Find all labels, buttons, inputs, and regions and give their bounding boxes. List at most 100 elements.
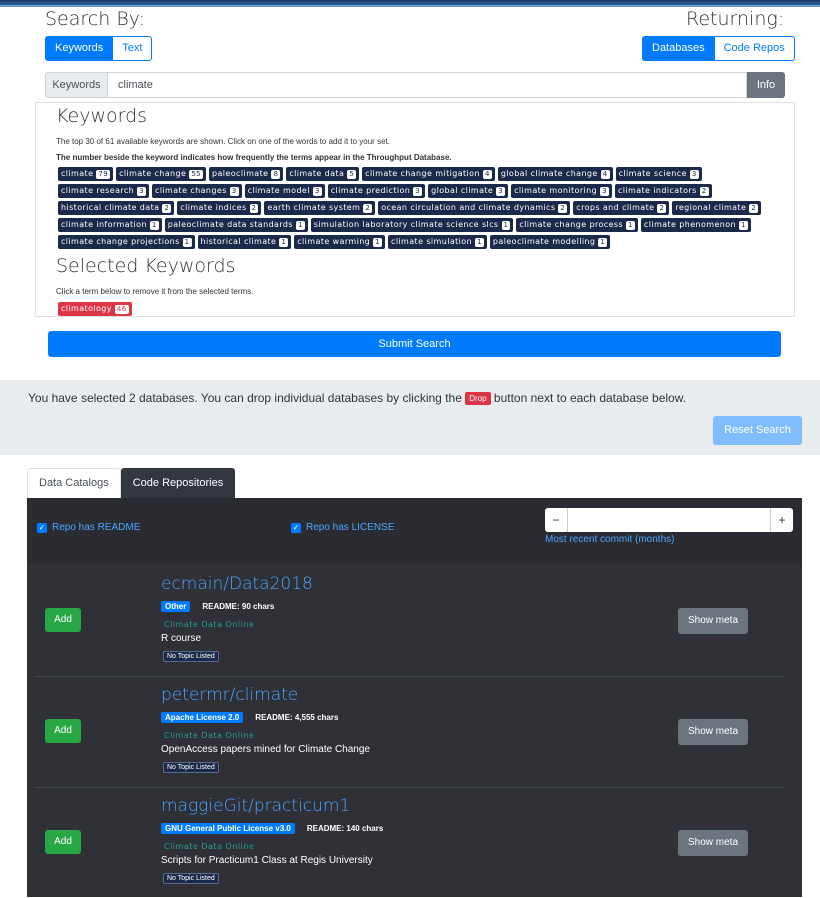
license-checkbox[interactable]: ✓ Repo has LICENSE — [291, 522, 394, 533]
keyword-term: climate science — [618, 169, 687, 178]
keyword-tag[interactable]: climate model 3 — [244, 184, 325, 198]
repo-source: Climate Data Online — [164, 620, 255, 629]
keyword-term: paleoclimate modelling — [492, 237, 596, 246]
repo-description: OpenAccess papers mined for Climate Chan… — [161, 744, 370, 755]
readme-size: README: 140 chars — [306, 824, 384, 833]
keyword-tag[interactable]: climate prediction 3 — [327, 184, 426, 198]
keyword-tag[interactable]: crops and climate 2 — [573, 201, 670, 215]
add-repo-button[interactable]: Add — [45, 608, 81, 632]
keyword-tag[interactable]: historical climate data 2 — [58, 201, 175, 215]
info-button[interactable]: Info — [747, 72, 785, 98]
keyword-count-badge: 3 — [229, 186, 239, 196]
keyword-tag[interactable]: historical climate 1 — [197, 235, 292, 249]
returning-code-repos-button[interactable]: Code Repos — [714, 36, 795, 61]
keyword-count-badge: 3 — [496, 186, 506, 196]
keyword-count-badge: 3 — [600, 186, 609, 196]
keyword-count-badge: 3 — [413, 186, 423, 196]
keyword-term: climate research — [61, 186, 135, 195]
keyword-tag[interactable]: regional climate 2 — [672, 201, 762, 215]
keyword-tag[interactable]: climate data 5 — [286, 167, 360, 181]
keyword-term: climate change — [119, 169, 187, 178]
keyword-term: climate phenomenon — [643, 220, 737, 229]
keyword-tag-list: climate 79 climate change 55 paleoclimate 8 cl… — [58, 167, 778, 249]
repo-filters: ✓ Repo has README ✓ Repo has LICENSE − +… — [27, 498, 802, 564]
returning-label: Returning: — [686, 8, 785, 30]
keyword-term: paleoclimate — [212, 169, 269, 178]
repo-name-link[interactable]: maggieGit/practicum1 — [161, 796, 350, 816]
keyword-term: climate indices — [180, 203, 247, 212]
keyword-tag[interactable]: global climate change 4 — [497, 167, 613, 181]
keyword-count-badge: 55 — [189, 169, 204, 179]
search-by-keywords-button[interactable]: Keywords — [45, 36, 114, 61]
topic-badge: No Topic Listed — [163, 873, 219, 884]
keyword-count-badge: 2 — [558, 203, 568, 213]
repo-row: Add ecmain/Data2018 Other README: 90 cha… — [27, 565, 802, 676]
keyword-tag[interactable]: climate phenomenon 1 — [640, 218, 751, 232]
show-meta-button[interactable]: Show meta — [678, 608, 748, 634]
keyword-tag[interactable]: paleoclimate 8 — [209, 167, 284, 181]
repo-source: Climate Data Online — [164, 731, 255, 740]
readme-checkbox[interactable]: ✓ Repo has README — [37, 522, 140, 533]
plus-icon[interactable]: + — [771, 508, 793, 532]
search-prepend-label: Keywords — [45, 72, 108, 98]
tab-code-repositories[interactable]: Code Repositories — [120, 468, 236, 498]
keyword-term: climate simulation — [391, 237, 473, 246]
keyword-tag[interactable]: climate research 3 — [58, 184, 150, 198]
keyword-tag[interactable]: climate information 1 — [58, 218, 162, 232]
keyword-count-badge: 1 — [149, 220, 159, 230]
keyword-tag[interactable]: climate monitoring 3 — [511, 184, 612, 198]
drop-badge: Drop — [465, 392, 491, 405]
keyword-term: historical climate — [200, 237, 277, 246]
keyword-tag[interactable]: climate change mitigation 4 — [362, 167, 495, 181]
keyword-count-badge: 1 — [373, 237, 383, 247]
submit-search-button[interactable]: Submit Search — [48, 331, 781, 357]
info-text-after: button next to each database below. — [493, 391, 687, 405]
repo-name-link[interactable]: petermr/climate — [161, 685, 298, 705]
keyword-term: climate monitoring — [514, 186, 598, 195]
keyword-count-badge: 1 — [739, 220, 748, 230]
repo-source: Climate Data Online — [164, 842, 255, 851]
add-repo-button[interactable]: Add — [45, 830, 81, 854]
search-input[interactable]: climate — [108, 72, 747, 98]
keyword-tag[interactable]: global climate 3 — [428, 184, 509, 198]
repo-description: Scripts for Practicum1 Class at Regis Un… — [161, 855, 373, 866]
keyword-tag[interactable]: climate indices 2 — [177, 201, 262, 215]
returning-databases-button[interactable]: Databases — [642, 36, 715, 61]
keywords-frequency-note: The number beside the keyword indicates … — [56, 153, 452, 162]
keyword-tag[interactable]: earth climate system 2 — [264, 201, 376, 215]
keyword-tag[interactable]: climate change projections 1 — [58, 235, 195, 249]
selected-keyword-tag[interactable]: climatology 46 — [58, 302, 132, 316]
keyword-tag[interactable]: paleoclimate modelling 1 — [489, 235, 611, 249]
keyword-term: simulation laboratory climate science sl… — [313, 220, 499, 229]
keyword-tag[interactable]: paleoclimate data standards 1 — [164, 218, 308, 232]
selected-keywords-heading: Selected Keywords — [56, 255, 236, 277]
keyword-tag[interactable]: ocean circulation and climate dynamics 2 — [378, 201, 571, 215]
show-meta-button[interactable]: Show meta — [678, 830, 748, 856]
keyword-tag[interactable]: simulation laboratory climate science sl… — [310, 218, 514, 232]
repo-name-link[interactable]: ecmain/Data2018 — [161, 574, 313, 594]
row-divider — [35, 676, 784, 677]
topic-badge: No Topic Listed — [163, 762, 219, 773]
show-meta-button[interactable]: Show meta — [678, 719, 748, 745]
keyword-tag[interactable]: climate science 3 — [615, 167, 702, 181]
keyword-tag[interactable]: climate 79 — [58, 167, 114, 181]
commit-months-input[interactable] — [567, 508, 771, 532]
keyword-tag[interactable]: climate simulation 1 — [388, 235, 487, 249]
keyword-tag[interactable]: climate changes 3 — [152, 184, 242, 198]
license-badge: Apache License 2.0 — [161, 712, 244, 723]
keyword-tag[interactable]: climate change 55 — [116, 167, 207, 181]
tab-data-catalogs[interactable]: Data Catalogs — [27, 468, 121, 498]
keyword-term: climate information — [61, 220, 147, 229]
keyword-count-badge: 1 — [295, 220, 305, 230]
keyword-term: climate change mitigation — [365, 169, 480, 178]
keyword-tag[interactable]: climate indicators 2 — [614, 184, 712, 198]
info-text-before: You have selected 2 databases. You can d… — [28, 391, 462, 405]
add-repo-button[interactable]: Add — [45, 719, 81, 743]
keyword-tag[interactable]: climate warming 1 — [294, 235, 386, 249]
license-checkbox-label: Repo has LICENSE — [306, 522, 395, 533]
minus-icon[interactable]: − — [545, 508, 567, 532]
search-by-text-button[interactable]: Text — [113, 36, 153, 61]
keyword-tag[interactable]: climate change process 1 — [516, 218, 638, 232]
reset-search-button[interactable]: Reset Search — [713, 416, 802, 445]
commit-months-stepper[interactable]: − + — [545, 508, 793, 532]
